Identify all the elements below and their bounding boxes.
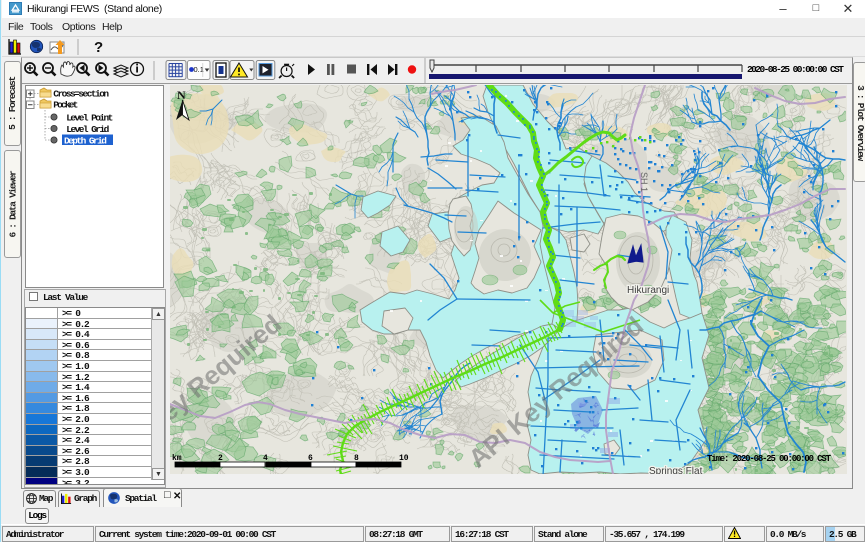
svg-text:Cross=section: Cross=section [53,89,109,100]
svg-text:Time: 2020-08-25 00:00:00 CST: Time: 2020-08-25 00:00:00 CST [707,454,832,464]
svg-text:?: ? [94,39,103,56]
svg-text:0.1: 0.1 [194,65,204,74]
svg-text:Level Point: Level Point [66,113,113,124]
svg-text:SH 1: SH 1 [639,172,649,192]
svg-text:Springs Flat: Springs Flat [649,466,703,474]
svg-text:2020-08-25 00:00:00 CST: 2020-08-25 00:00:00 CST [747,64,844,75]
svg-text:Depth Grid: Depth Grid [64,136,107,147]
svg-text:Hikurangi: Hikurangi [627,285,669,296]
svg-text:N: N [177,88,186,102]
svg-text:Level Grid: Level Grid [66,124,109,135]
svg-text:Pocket: Pocket [53,100,78,111]
